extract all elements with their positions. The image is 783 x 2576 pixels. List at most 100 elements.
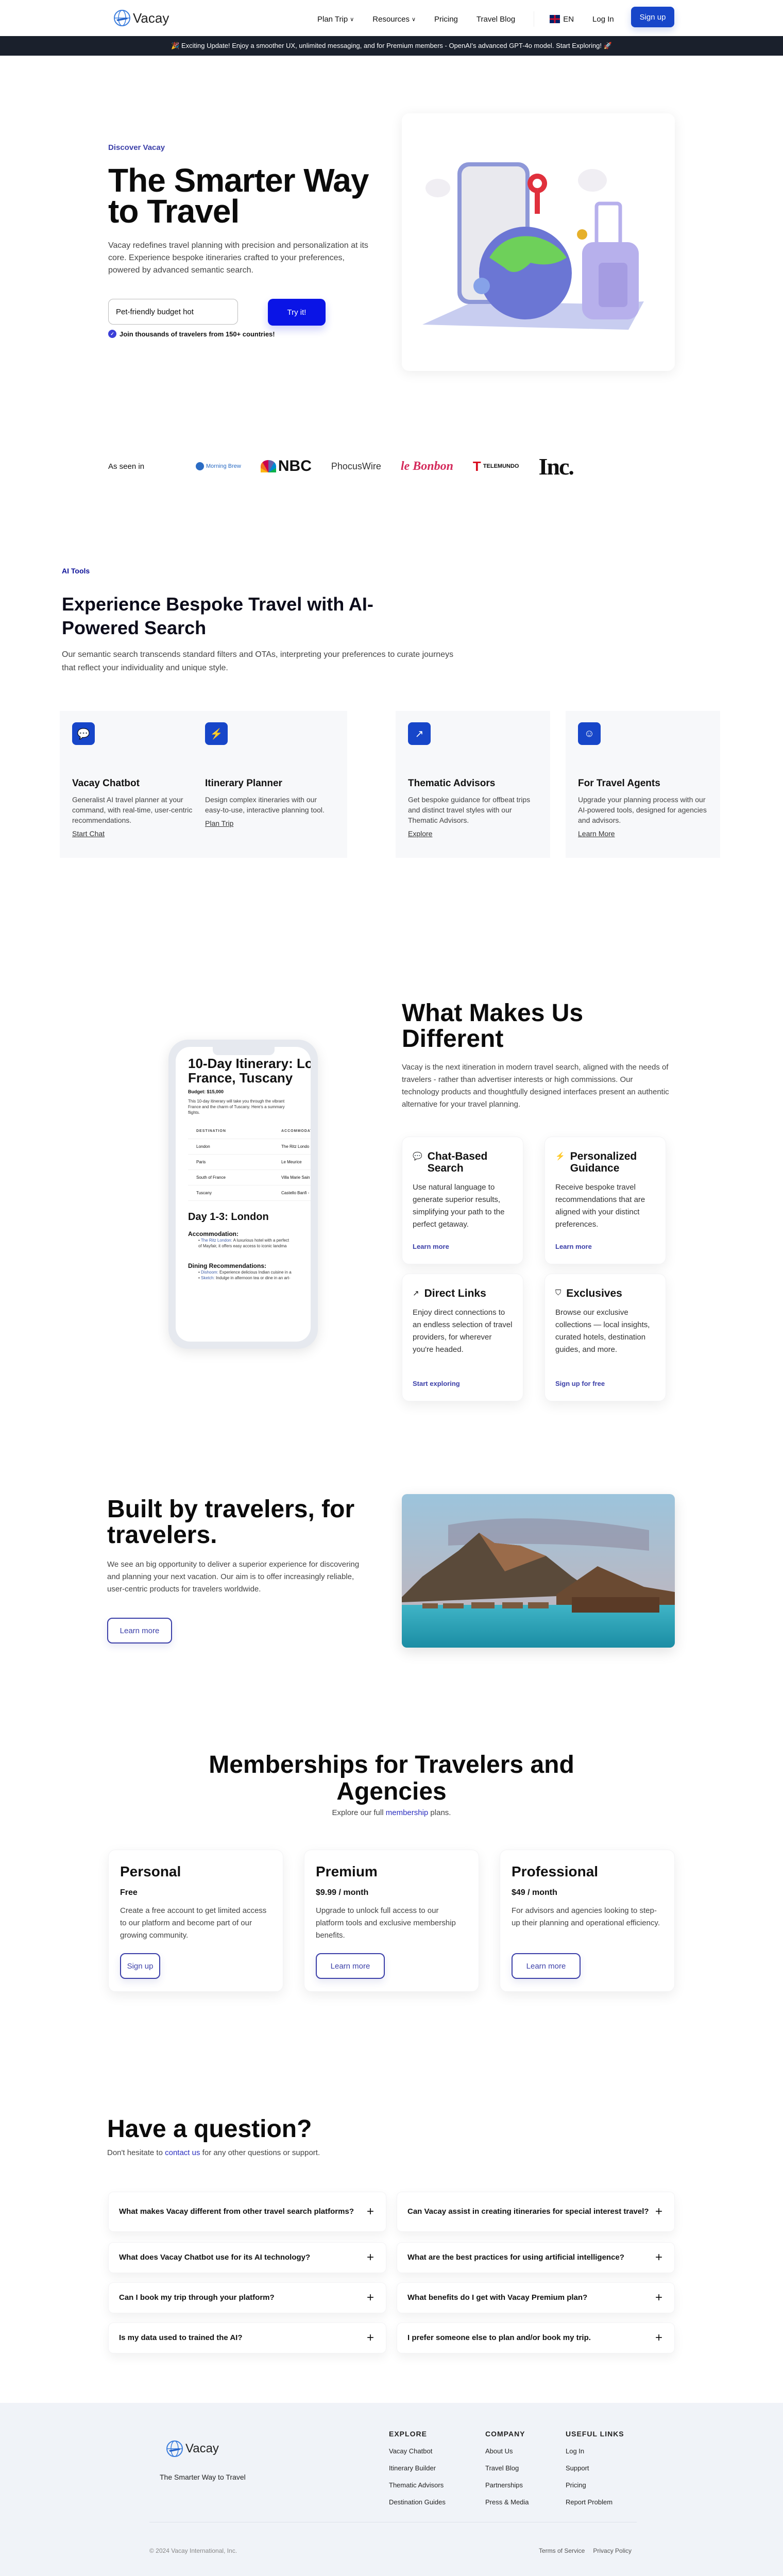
- terms-link[interactable]: Terms of Service: [539, 2547, 585, 2554]
- subtitle-text: Explore our full: [332, 1808, 386, 1817]
- learn-more-link[interactable]: Learn more: [413, 1243, 449, 1250]
- nav-travel-blog[interactable]: Travel Blog: [476, 15, 515, 24]
- sign-up-free-link[interactable]: Sign up for free: [555, 1380, 605, 1387]
- faq-item[interactable]: What makes Vacay different from other tr…: [108, 2192, 386, 2232]
- title-line: France, Tuscany: [188, 1070, 293, 1086]
- nav-label: Resources: [372, 14, 410, 24]
- logo-text: le Bonbon: [400, 459, 453, 473]
- column-header: ACCOMMODATI: [281, 1129, 311, 1133]
- footer-link[interactable]: Vacay Chatbot: [389, 2447, 446, 2455]
- footer-link[interactable]: Itinerary Builder: [389, 2464, 446, 2472]
- footer-link[interactable]: Log In: [566, 2447, 624, 2455]
- cell: Villa Marie Sain: [281, 1175, 310, 1180]
- item-text: Experience delicious Indian cuisine in a: [218, 1270, 292, 1275]
- signup-button[interactable]: Sign up: [631, 7, 674, 27]
- footer-link[interactable]: About Us: [485, 2447, 529, 2455]
- feature-title: Direct Links: [424, 1287, 486, 1299]
- globe-logo-icon: [166, 2441, 183, 2457]
- plan-trip-link[interactable]: Plan Trip: [205, 819, 233, 827]
- hotel-link[interactable]: The Ritz London:: [201, 1238, 232, 1243]
- subtitle-text: for any other questions or support.: [200, 2148, 320, 2157]
- footer-link[interactable]: Pricing: [566, 2481, 624, 2489]
- plan-price: $49 / month: [512, 1888, 557, 1897]
- built-learn-more-button[interactable]: Learn more: [107, 1618, 172, 1643]
- nav-resources[interactable]: Resources ∨: [372, 15, 416, 24]
- restaurant-link[interactable]: Sketch:: [201, 1276, 215, 1280]
- lightning-icon: ⚡: [555, 1152, 565, 1161]
- nav-label: Travel Blog: [476, 14, 516, 24]
- faq-item[interactable]: Can Vacay assist in creating itineraries…: [397, 2192, 675, 2232]
- footer-link[interactable]: Destination Guides: [389, 2498, 446, 2506]
- memberships-subtitle: Explore our full membership plans.: [206, 1808, 577, 1817]
- press-label: As seen in: [108, 462, 145, 471]
- feature-card-exclusives: ⛉ Exclusives Browse our exclusive collect…: [544, 1274, 666, 1401]
- cell: London: [196, 1144, 210, 1149]
- title-line: 10-Day Itinerary: Lo: [188, 1056, 311, 1071]
- footer-link[interactable]: Thematic Advisors: [389, 2481, 446, 2489]
- plus-icon: +: [366, 2205, 374, 2218]
- ai-tools-title: Experience Bespoke Travel with AI-Powere…: [62, 594, 373, 638]
- explore-link[interactable]: Explore: [408, 829, 432, 838]
- plan-learn-more-button[interactable]: Learn more: [316, 1953, 385, 1979]
- logo-link[interactable]: Vacay: [113, 9, 169, 27]
- faq-item[interactable]: Is my data used to trained the AI? +: [108, 2323, 386, 2353]
- footer-link[interactable]: Press & Media: [485, 2498, 529, 2506]
- faq-item[interactable]: Can I book my trip through your platform…: [108, 2282, 386, 2313]
- learn-more-link[interactable]: Learn More: [578, 829, 615, 838]
- login-link[interactable]: Log In: [592, 15, 614, 24]
- built-description: We see an big opportunity to deliver a s…: [107, 1560, 360, 1594]
- learn-more-link[interactable]: Learn more: [555, 1243, 592, 1250]
- cell: Castello Banfi -: [281, 1191, 310, 1195]
- start-chat-link[interactable]: Start Chat: [72, 829, 105, 838]
- plan-signup-button[interactable]: Sign up: [120, 1953, 160, 1979]
- faq-question: Can Vacay assist in creating itineraries…: [407, 2207, 649, 2216]
- plus-icon: +: [366, 2291, 374, 2304]
- faq-item[interactable]: I prefer someone else to plan and/or boo…: [397, 2323, 675, 2353]
- tool-desc: Design complex itineraries with our easy…: [205, 795, 325, 814]
- feature-desc: Enjoy direct connections to an endless s…: [413, 1308, 513, 1354]
- phone-notch: [213, 1047, 275, 1055]
- nav-pricing[interactable]: Pricing: [434, 15, 458, 24]
- language-selector[interactable]: EN: [550, 15, 574, 24]
- privacy-link[interactable]: Privacy Policy: [593, 2547, 632, 2554]
- footer-logo[interactable]: Vacay: [166, 2440, 219, 2458]
- main-nav: Plan Trip ∨ Resources ∨ Pricing Travel Blo…: [317, 11, 633, 27]
- lightning-icon: ⚡: [205, 722, 228, 745]
- item-text: Indulge in afternoon tea or dine in an a…: [214, 1276, 291, 1280]
- plan-card-professional: Professional $49 / month For advisors an…: [500, 1850, 675, 1992]
- start-exploring-link[interactable]: Start exploring: [413, 1380, 460, 1387]
- tool-desc: Upgrade your planning process with our A…: [578, 795, 707, 824]
- chevron-down-icon: ∨: [411, 16, 416, 23]
- faq-item[interactable]: What benefits do I get with Vacay Premiu…: [397, 2282, 675, 2313]
- island-photo: [402, 1494, 675, 1648]
- phone-screen: 10-Day Itinerary: Lo France, Tuscany Budg…: [176, 1047, 311, 1342]
- try-it-button[interactable]: Try it!: [268, 299, 326, 326]
- site-header: Vacay Plan Trip ∨ Resources ∨ Pricing Trav…: [0, 0, 783, 36]
- faq-question: What are the best practices for using ar…: [407, 2253, 624, 2262]
- membership-link[interactable]: membership: [386, 1808, 429, 1817]
- telemundo-logo: T Telemundo: [472, 458, 519, 474]
- announcement-banner[interactable]: 🎉 Exciting Update! Enjoy a smoother UX, …: [0, 36, 783, 56]
- footer-link[interactable]: Report Problem: [566, 2498, 624, 2506]
- restaurant-link[interactable]: Dishoom:: [201, 1270, 218, 1275]
- footer-link[interactable]: Support: [566, 2464, 624, 2472]
- faq-title: Have a question?: [107, 2115, 312, 2143]
- faq-question: What benefits do I get with Vacay Premiu…: [407, 2293, 588, 2302]
- tool-card-chatbot: 💬 Vacay Chatbot Generalist AI travel pla…: [60, 711, 214, 858]
- hero-illustration: [402, 113, 675, 371]
- table-row: Paris Le Meurice: [188, 1155, 311, 1170]
- search-input[interactable]: [108, 299, 238, 325]
- plan-learn-more-button[interactable]: Learn more: [512, 1953, 581, 1979]
- footer-link[interactable]: Partnerships: [485, 2481, 529, 2489]
- faq-item[interactable]: What does Vacay Chatbot use for its AI t…: [108, 2242, 386, 2273]
- footer-link[interactable]: Travel Blog: [485, 2464, 529, 2472]
- different-description: Vacay is the next itineration in modern …: [402, 1063, 669, 1109]
- feature-desc: Use natural language to generate superio…: [413, 1183, 505, 1229]
- logo-text: NBC: [278, 457, 312, 474]
- plan-name: Professional: [512, 1863, 599, 1879]
- nbc-logo: NBC: [260, 457, 312, 475]
- contact-us-link[interactable]: contact us: [165, 2148, 200, 2157]
- faq-item[interactable]: What are the best practices for using ar…: [397, 2242, 675, 2273]
- feature-card-guidance: ⚡ Personalized Guidance Receive bespoke t…: [544, 1137, 666, 1264]
- nav-plan-trip[interactable]: Plan Trip ∨: [317, 15, 354, 24]
